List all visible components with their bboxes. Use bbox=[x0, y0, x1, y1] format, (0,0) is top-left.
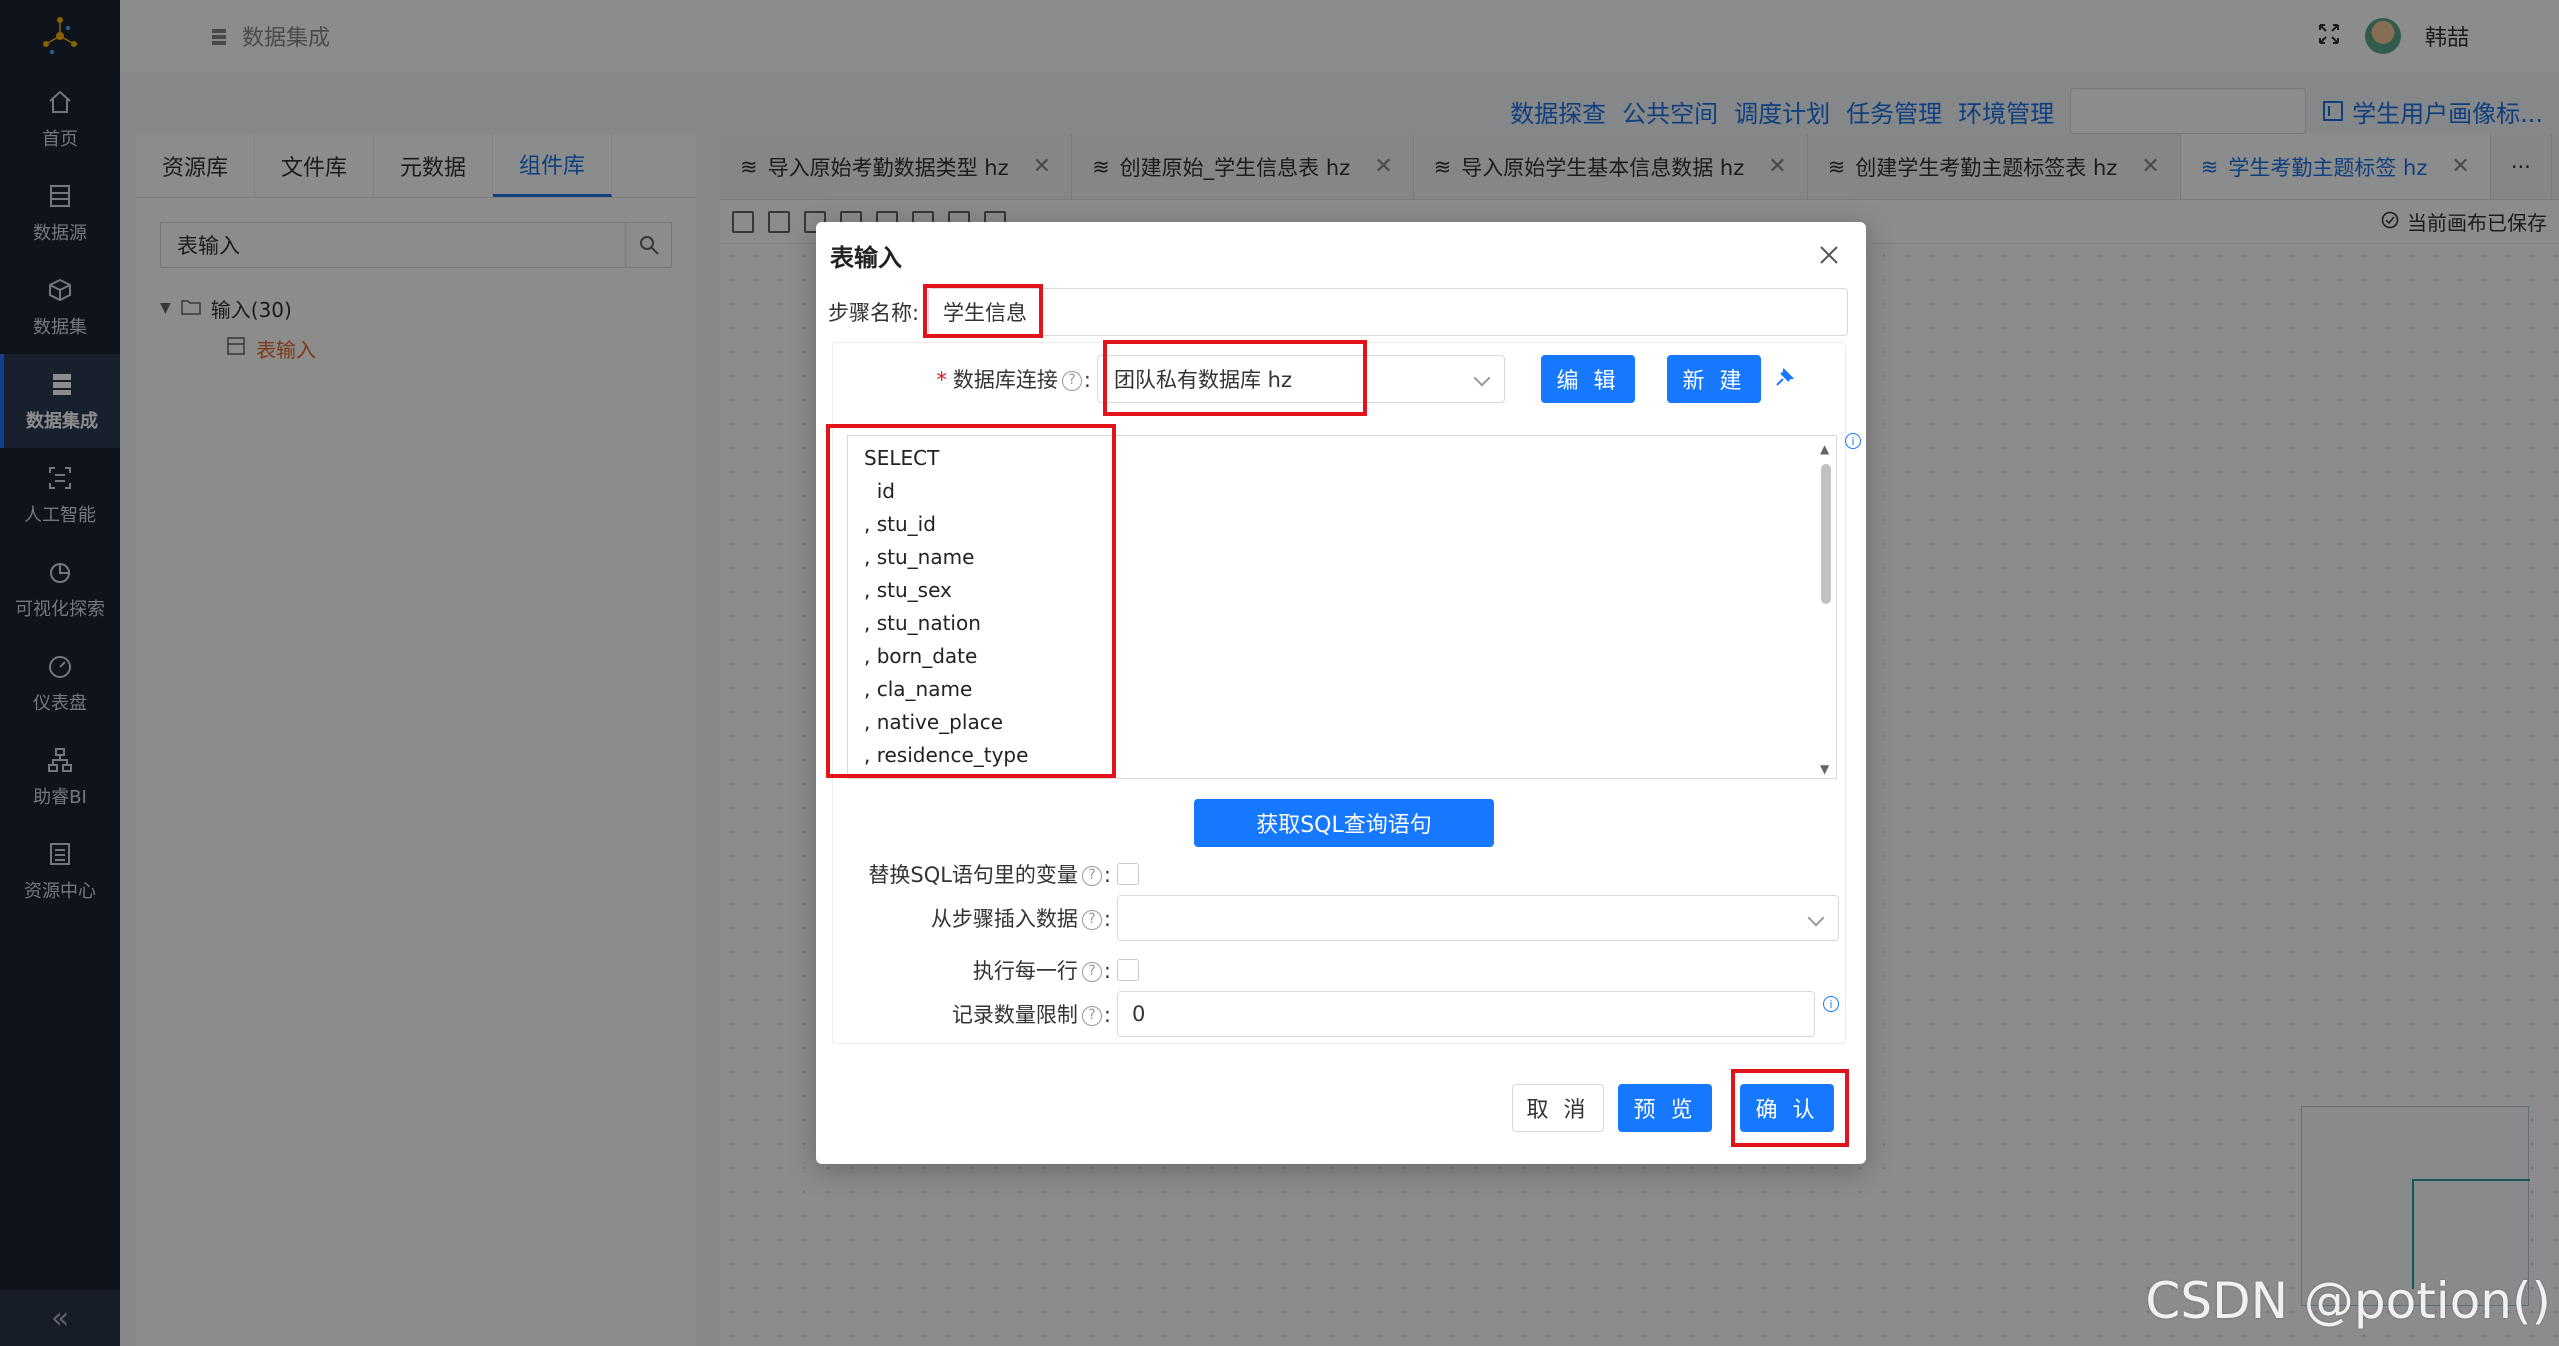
step-name-label: 步骤名称: bbox=[828, 301, 920, 325]
new-button[interactable]: 新 建 bbox=[1667, 355, 1761, 403]
replace-vars-label: 替换SQL语句里的变量?: bbox=[868, 863, 1111, 887]
sql-scrollbar[interactable]: ▲ ▼ bbox=[1818, 442, 1834, 776]
exec-each-label: 执行每一行?: bbox=[972, 959, 1111, 983]
watermark: CSDN @potion() bbox=[2145, 1272, 2551, 1330]
replace-vars-text: 替换SQL语句里的变量 bbox=[868, 863, 1078, 887]
pin-icon[interactable] bbox=[1773, 365, 1797, 394]
insert-from-row: 从步骤插入数据?: bbox=[833, 895, 1839, 941]
db-connection-label: * 数据库连接?: bbox=[936, 368, 1091, 392]
scroll-down-icon[interactable]: ▼ bbox=[1820, 762, 1829, 776]
exec-each-row: 执行每一行?: bbox=[833, 955, 1139, 985]
help-icon[interactable]: ? bbox=[1081, 866, 1102, 886]
highlight-confirm bbox=[1731, 1069, 1849, 1147]
close-icon[interactable] bbox=[1814, 240, 1844, 270]
help-icon[interactable]: ? bbox=[1081, 910, 1102, 930]
required-marker: * bbox=[936, 368, 947, 392]
insert-from-label: 从步骤插入数据?: bbox=[930, 907, 1111, 931]
insert-from-select[interactable] bbox=[1117, 895, 1839, 941]
help-icon[interactable]: ? bbox=[1081, 1006, 1102, 1026]
limit-input[interactable]: 0 bbox=[1117, 991, 1815, 1037]
exec-each-text: 执行每一行 bbox=[972, 959, 1078, 983]
help-icon[interactable]: ? bbox=[1061, 371, 1082, 391]
info-icon[interactable]: i bbox=[1845, 433, 1861, 449]
insert-from-text: 从步骤插入数据 bbox=[930, 907, 1078, 931]
info-icon[interactable]: i bbox=[1823, 996, 1839, 1012]
limit-text: 记录数量限制 bbox=[951, 1003, 1078, 1027]
highlight-sql bbox=[826, 424, 1116, 778]
exec-each-checkbox[interactable] bbox=[1117, 959, 1139, 981]
limit-row: 记录数量限制?: 0 i bbox=[833, 991, 1839, 1037]
highlight-step-name bbox=[923, 284, 1043, 338]
highlight-db-connection bbox=[1103, 340, 1367, 416]
limit-label: 记录数量限制?: bbox=[951, 1003, 1111, 1027]
get-sql-button[interactable]: 获取SQL查询语句 bbox=[1194, 799, 1494, 847]
chevron-down-icon bbox=[1807, 909, 1825, 927]
help-icon[interactable]: ? bbox=[1081, 962, 1102, 982]
cancel-button[interactable]: 取 消 bbox=[1512, 1084, 1604, 1132]
preview-button[interactable]: 预 览 bbox=[1618, 1084, 1712, 1132]
edit-button[interactable]: 编 辑 bbox=[1541, 355, 1635, 403]
scroll-thumb[interactable] bbox=[1821, 464, 1831, 604]
db-label-text: 数据库连接 bbox=[952, 368, 1058, 392]
chevron-down-icon bbox=[1473, 369, 1491, 387]
replace-vars-checkbox[interactable] bbox=[1117, 863, 1139, 885]
step-name-input[interactable]: 学生信息 bbox=[928, 288, 1848, 336]
scroll-up-icon[interactable]: ▲ bbox=[1820, 442, 1829, 456]
dialog-title: 表输入 bbox=[830, 243, 902, 272]
replace-vars-row: 替换SQL语句里的变量?: bbox=[833, 859, 1139, 889]
